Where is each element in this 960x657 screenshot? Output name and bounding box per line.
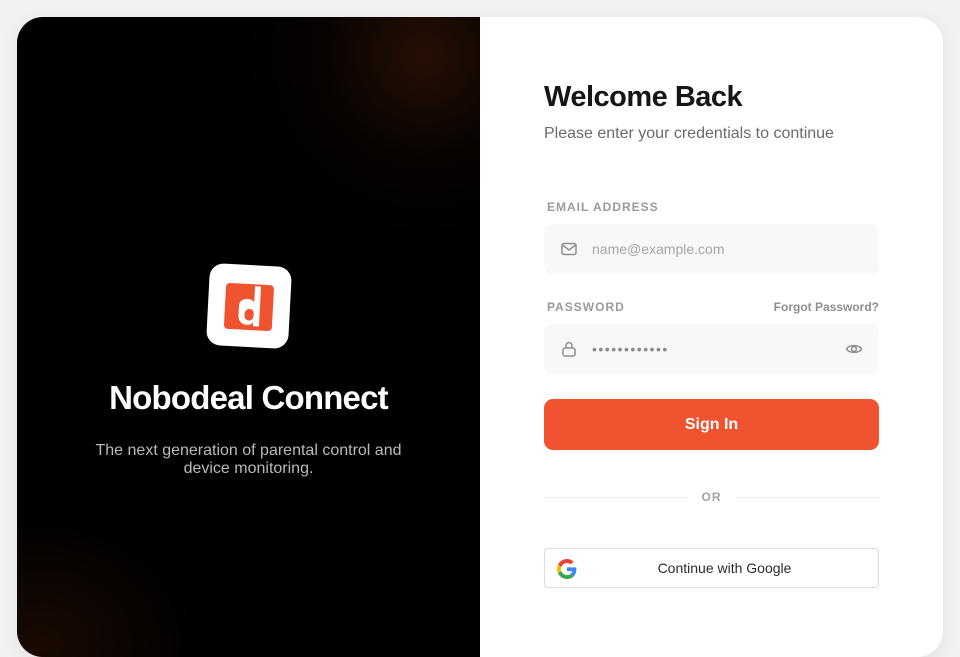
email-label: EMAIL ADDRESS	[547, 200, 659, 214]
divider-line-left	[544, 496, 688, 498]
eye-icon[interactable]	[845, 340, 863, 358]
page-title: Welcome Back	[544, 81, 743, 113]
nobodeal-logo-icon	[205, 262, 293, 350]
google-icon	[557, 559, 577, 579]
password-input[interactable]: ••••••••••••	[592, 341, 669, 357]
forgot-password-link[interactable]: Forgot Password?	[774, 300, 879, 314]
login-panel: Welcome Back Please enter your credentia…	[480, 17, 943, 657]
brand-name: Nobodeal Connect	[109, 379, 389, 416]
google-button-label: Continue with Google	[657, 560, 792, 576]
brand-tagline: The next generation of parental control …	[95, 442, 402, 477]
divider-line-right	[735, 496, 879, 498]
mail-icon	[560, 240, 578, 258]
email-input[interactable]	[592, 241, 832, 257]
sign-in-button[interactable]: Sign In	[544, 399, 879, 450]
google-sign-in-button[interactable]: Continue with Google	[544, 548, 879, 588]
password-label: PASSWORD	[547, 300, 625, 314]
password-field[interactable]: ••••••••••••	[544, 324, 879, 374]
brand-panel: Nobodeal Connect The next generation of …	[17, 17, 480, 657]
lock-icon	[560, 340, 578, 358]
or-divider: OR	[544, 489, 879, 505]
page-subtitle: Please enter your credentials to continu…	[544, 125, 834, 142]
email-field-wrapper	[544, 224, 879, 274]
login-card: Nobodeal Connect The next generation of …	[17, 17, 943, 657]
divider-label: OR	[701, 490, 722, 504]
